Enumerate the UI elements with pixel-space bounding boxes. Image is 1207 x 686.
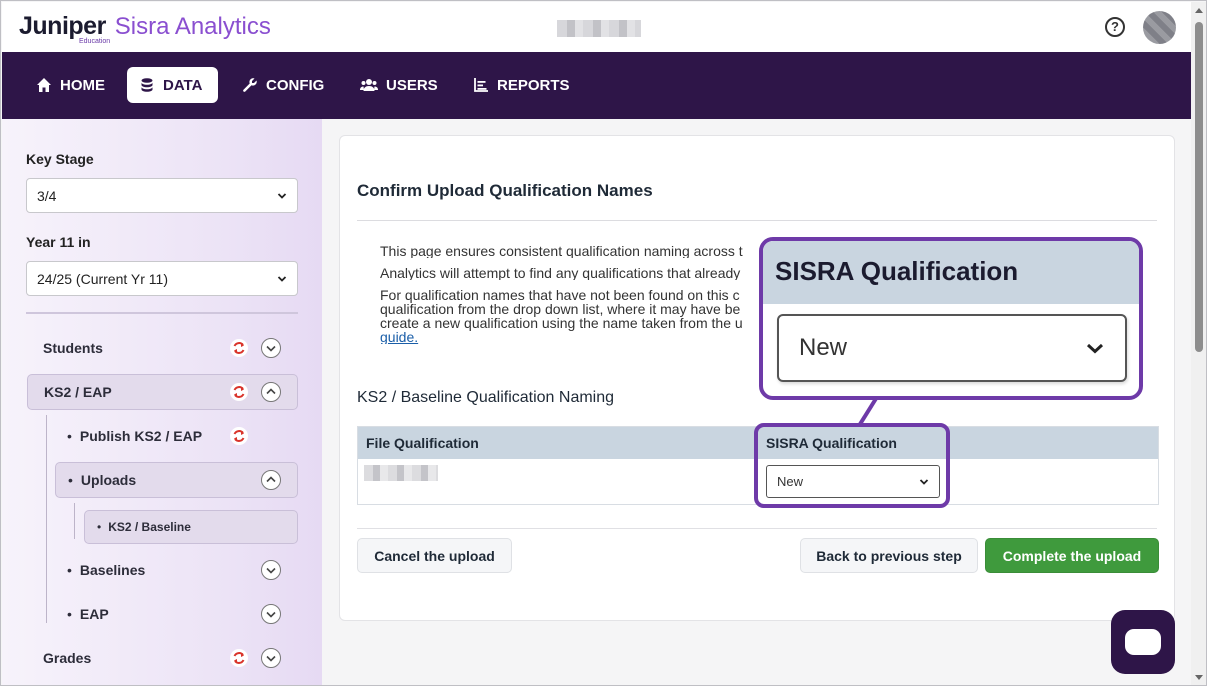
nav-data-label: DATA xyxy=(163,76,203,94)
students-label: Students xyxy=(43,340,103,356)
wrench-icon xyxy=(243,78,257,92)
scroll-down-icon[interactable] xyxy=(1195,675,1203,680)
nav-reports-label: REPORTS xyxy=(497,76,570,94)
highlight-box xyxy=(754,423,950,508)
sidebar-item-students[interactable]: Students xyxy=(43,340,103,356)
chat-icon xyxy=(1125,629,1161,655)
expand-eap-chevron-icon[interactable] xyxy=(261,604,281,624)
scroll-thumb[interactable] xyxy=(1195,22,1203,352)
sidebar-item-ks2-baseline[interactable]: • KS2 / Baseline xyxy=(84,510,298,544)
refresh-icon[interactable] xyxy=(230,339,248,357)
publish-label: Publish KS2 / EAP xyxy=(79,428,203,444)
expand-baselines-chevron-icon[interactable] xyxy=(261,560,281,580)
sidebar-item-publish[interactable]: • Publish KS2 / EAP xyxy=(67,428,202,444)
callout-select: New xyxy=(777,314,1127,382)
callout-select-value: New xyxy=(799,334,848,361)
callout-header: SISRA Qualification xyxy=(763,241,1139,304)
sidebar-item-baselines[interactable]: • Baselines xyxy=(67,562,145,578)
sidebar: Key Stage 3/4 Year 11 in 24/25 (Current … xyxy=(2,119,322,685)
complete-upload-button[interactable]: Complete the upload xyxy=(985,538,1159,573)
expand-grades-chevron-icon[interactable] xyxy=(261,648,281,668)
ks2-eap-label: KS2 / EAP xyxy=(44,384,112,400)
expand-students-chevron-icon[interactable] xyxy=(261,338,281,358)
logo-education: Education xyxy=(79,38,111,45)
grades-label: Grades xyxy=(43,650,92,666)
nav-home-label: HOME xyxy=(60,76,105,94)
instruction-item: This page ensures consistent qualificati… xyxy=(380,244,800,258)
eap-label: EAP xyxy=(79,606,109,622)
scroll-up-icon[interactable] xyxy=(1195,8,1203,13)
nav-reports[interactable]: REPORTS xyxy=(461,67,582,103)
back-button[interactable]: Back to previous step xyxy=(800,538,978,573)
key-stage-select[interactable]: 3/4 xyxy=(26,178,298,213)
refresh-icon[interactable] xyxy=(230,427,248,445)
page-title: Confirm Upload Qualification Names xyxy=(357,181,653,200)
help-icon[interactable]: ? xyxy=(1105,17,1125,37)
year-value: 24/25 (Current Yr 11) xyxy=(37,270,168,287)
instructions-list: This page ensures consistent qualificati… xyxy=(380,244,800,352)
avatar[interactable] xyxy=(1143,11,1176,44)
ks2-baseline-label: KS2 / Baseline xyxy=(108,520,191,534)
section-title: KS2 / Baseline Qualification Naming xyxy=(357,389,615,406)
chart-icon xyxy=(474,78,488,92)
callout-title: SISRA Qualification xyxy=(775,256,1019,286)
key-stage-value: 3/4 xyxy=(37,187,57,204)
database-icon xyxy=(141,78,153,92)
home-icon xyxy=(37,78,51,92)
collapse-uploads-chevron-icon[interactable] xyxy=(261,470,281,490)
baselines-label: Baselines xyxy=(79,562,146,578)
nav-data[interactable]: DATA xyxy=(127,67,218,103)
chevron-down-icon xyxy=(277,275,287,282)
nav-users-label: USERS xyxy=(386,76,438,94)
instruction-item: For qualification names that have not be… xyxy=(380,288,800,344)
chat-button[interactable] xyxy=(1111,610,1175,674)
collapse-ks2-chevron-icon[interactable] xyxy=(261,382,281,402)
app-window: Juniper Education Sisra Analytics ? HOME… xyxy=(0,0,1207,686)
scrollbar[interactable] xyxy=(1191,2,1206,685)
tree-connector-line xyxy=(74,503,75,539)
chevron-down-icon xyxy=(1086,343,1104,354)
key-stage-label: Key Stage xyxy=(26,151,94,167)
logo-product: Sisra Analytics xyxy=(114,13,271,40)
sidebar-item-grades[interactable]: Grades xyxy=(43,650,91,666)
chevron-down-icon xyxy=(277,192,287,199)
refresh-icon[interactable] xyxy=(230,649,248,667)
logo[interactable]: Juniper Education Sisra Analytics xyxy=(19,12,271,45)
year-select[interactable]: 24/25 (Current Yr 11) xyxy=(26,261,298,296)
instruction-item: Analytics will attempt to find any quali… xyxy=(380,266,800,280)
school-name-redacted xyxy=(557,20,641,37)
nav-home[interactable]: HOME xyxy=(24,67,117,103)
sidebar-item-eap[interactable]: • EAP xyxy=(67,606,109,622)
file-qualification-redacted xyxy=(364,465,438,481)
zoom-callout: SISRA Qualification New xyxy=(759,237,1143,400)
sidebar-item-ks2-eap[interactable]: KS2 / EAP xyxy=(27,374,298,410)
tree-connector-line xyxy=(46,415,47,623)
logo-juniper: Juniper xyxy=(19,12,106,40)
nav-config[interactable]: CONFIG xyxy=(230,67,336,103)
nav-config-label: CONFIG xyxy=(266,76,325,94)
top-bar: Juniper Education Sisra Analytics ? xyxy=(2,2,1191,52)
column-header-file: File Qualification xyxy=(366,435,479,451)
footer-divider xyxy=(357,528,1157,529)
year-label: Year 11 in xyxy=(26,234,91,250)
title-divider xyxy=(357,220,1157,221)
users-icon xyxy=(360,79,378,91)
nav-users[interactable]: USERS xyxy=(348,67,450,103)
guide-link[interactable]: guide. xyxy=(380,329,418,344)
sidebar-divider xyxy=(26,312,298,314)
main-nav: HOME DATA CONFIG USERS REPORTS xyxy=(2,52,1191,119)
cancel-upload-button[interactable]: Cancel the upload xyxy=(357,538,512,573)
uploads-label: Uploads xyxy=(80,472,137,488)
refresh-icon[interactable] xyxy=(230,383,248,401)
